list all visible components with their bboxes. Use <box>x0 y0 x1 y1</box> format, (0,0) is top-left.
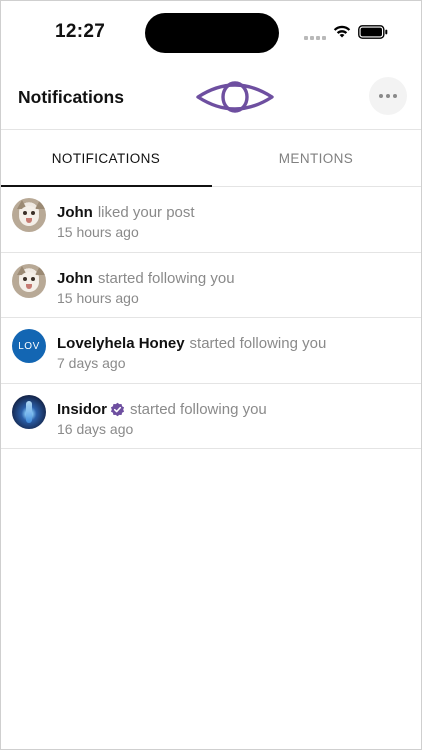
battery-icon <box>358 25 388 39</box>
notification-text: started following you <box>189 335 327 352</box>
dynamic-island <box>145 13 279 53</box>
user-name[interactable]: John <box>57 204 93 221</box>
timestamp: 15 hours ago <box>57 224 139 240</box>
wifi-icon <box>333 25 351 38</box>
user-name[interactable]: Insidor <box>57 401 107 418</box>
notification-text: started following you <box>97 269 235 287</box>
notification-item[interactable]: John started following you 15 hours ago <box>1 253 421 318</box>
timestamp: 7 days ago <box>57 355 126 371</box>
notification-item[interactable]: Insidor started following you 16 days ag… <box>1 384 421 449</box>
notification-item[interactable]: John liked your post 15 hours ago <box>1 187 421 253</box>
avatar[interactable]: LOV <box>12 329 46 363</box>
notification-text: liked your post <box>97 204 195 221</box>
verified-badge-icon <box>110 402 125 416</box>
user-name[interactable]: Lovelyhela Honey <box>57 335 185 352</box>
tab-bar: NOTIFICATIONS MENTIONS <box>1 130 421 187</box>
avatar[interactable] <box>12 198 46 232</box>
phone-screen: 12:27 Notifications NOTIFICATIONS MENTIO… <box>0 0 422 750</box>
header-bar: Notifications <box>1 67 421 129</box>
notification-item[interactable]: LOV Lovelyhela Honey started following y… <box>1 318 421 384</box>
avatar[interactable] <box>12 394 46 429</box>
tab-notifications[interactable]: NOTIFICATIONS <box>1 130 211 187</box>
timestamp: 15 hours ago <box>57 289 139 306</box>
status-time: 12:27 <box>55 21 106 42</box>
tab-mentions[interactable]: MENTIONS <box>211 130 421 187</box>
page-title: Notifications <box>18 87 124 107</box>
avatar[interactable] <box>12 263 46 298</box>
status-bar: 12:27 <box>1 1 421 63</box>
user-name[interactable]: John <box>57 270 93 287</box>
notification-list: John liked your post 15 hours ago John s… <box>1 187 421 449</box>
cellular-signal-icon <box>304 36 326 40</box>
more-options-button[interactable] <box>369 77 407 115</box>
notification-text: started following you <box>130 400 267 418</box>
more-horizontal-icon <box>379 94 383 98</box>
timestamp: 16 days ago <box>57 420 134 437</box>
eye-logo-icon <box>196 81 274 113</box>
